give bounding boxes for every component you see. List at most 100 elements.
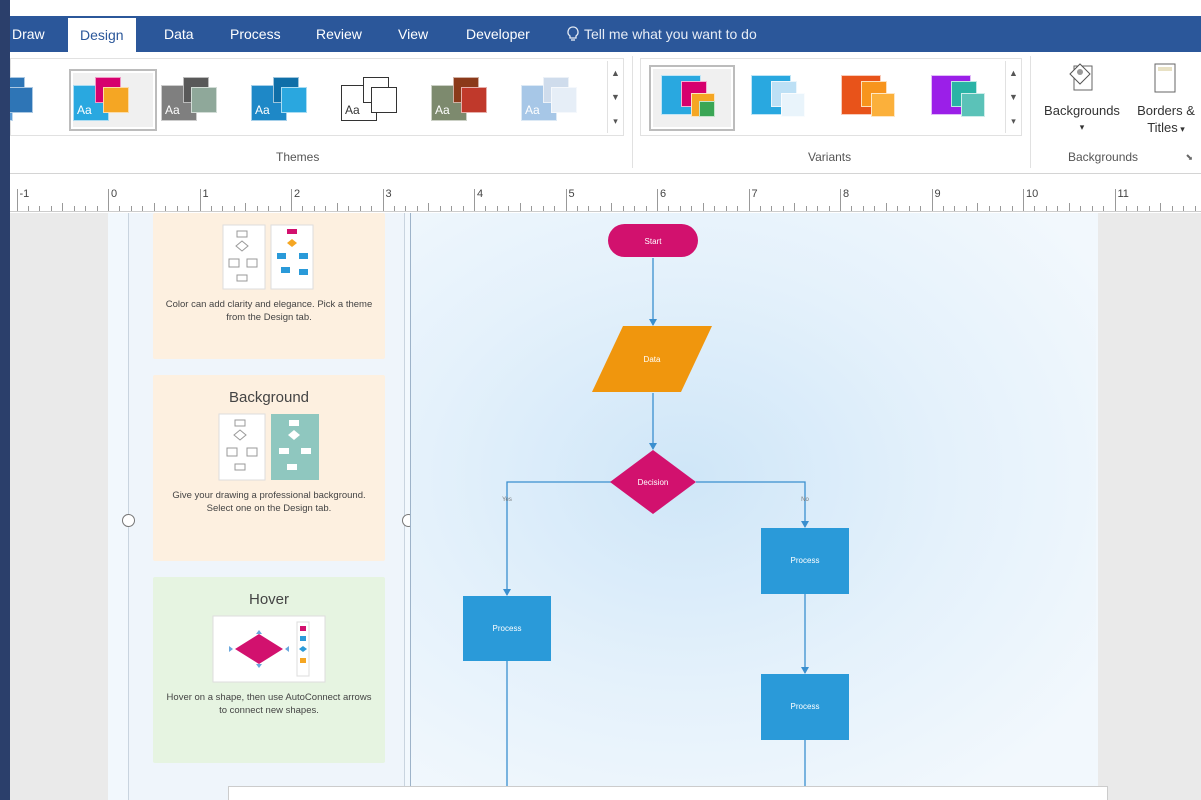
gallery-more-icon[interactable]: ▾ xyxy=(1006,109,1021,133)
ruler-tick xyxy=(759,206,761,211)
hover-illustration xyxy=(212,615,326,683)
process-shape-left[interactable]: Process xyxy=(463,596,551,661)
ruler-tick xyxy=(645,206,647,211)
ruler-tick xyxy=(462,206,464,211)
decision-shape[interactable]: Decision xyxy=(610,450,696,514)
guide-card-background: Background Give your drawing a professio… xyxy=(153,375,385,561)
ruler-tick xyxy=(599,206,601,211)
process-shape-right-bottom[interactable]: Process xyxy=(761,674,849,740)
ruler-tick xyxy=(405,206,407,211)
theme-light[interactable]: Aa xyxy=(521,73,601,127)
ruler-tick xyxy=(245,203,247,211)
ruler-tick xyxy=(657,189,658,211)
theme-sample-text: Aa xyxy=(435,103,450,117)
themes-gallery-scroller[interactable]: ▲ ▼ ▾ xyxy=(607,61,623,133)
tell-me-placeholder: Tell me what you want to do xyxy=(584,26,757,42)
ruler-tick xyxy=(176,206,178,211)
ruler-tick xyxy=(393,206,395,211)
connector-decision-yes xyxy=(506,481,611,595)
guide-card-color: Color can add clarity and elegance. Pick… xyxy=(153,213,385,359)
ruler-tick xyxy=(782,206,784,211)
variants-group-label: Variants xyxy=(808,150,852,164)
variants-gallery-scroller[interactable]: ▲ ▼ ▾ xyxy=(1005,61,1021,133)
yes-label: Yes xyxy=(502,497,512,503)
ruler-tick xyxy=(416,206,418,211)
lightbulb-icon xyxy=(567,26,579,41)
ruler-tick xyxy=(531,206,533,211)
ruler-label: 8 xyxy=(843,188,850,200)
ruler-tick xyxy=(439,206,441,211)
ruler-tick xyxy=(108,189,109,211)
ruler-tick xyxy=(1194,206,1196,211)
themes-group-label: Themes xyxy=(276,150,320,164)
scroll-down-icon[interactable]: ▼ xyxy=(608,85,623,109)
data-shape[interactable]: Data xyxy=(592,326,712,392)
ruler-tick xyxy=(702,203,704,211)
scroll-up-icon[interactable]: ▲ xyxy=(1006,61,1021,85)
tab-developer[interactable]: Developer xyxy=(466,16,530,52)
ruler-tick xyxy=(634,206,636,211)
ruler-tick xyxy=(885,203,887,211)
process-shape-right-top[interactable]: Process xyxy=(761,528,849,594)
ruler-tick xyxy=(348,206,350,211)
tell-me-search[interactable]: Tell me what you want to do xyxy=(566,16,757,52)
tab-design[interactable]: Design xyxy=(68,18,136,52)
connector-decision-no xyxy=(696,481,806,527)
ruler-tick xyxy=(748,189,750,211)
guidance-panel: Color can add clarity and elegance. Pick… xyxy=(128,213,405,800)
gallery-more-icon[interactable]: ▾ xyxy=(608,109,623,133)
guide-card-title: Background xyxy=(228,389,310,406)
start-shape[interactable]: Start xyxy=(608,224,698,257)
ruler-tick xyxy=(851,206,853,211)
ruler-tick xyxy=(931,189,933,211)
ruler-tick xyxy=(1034,206,1036,211)
theme-colorful[interactable]: Aa xyxy=(69,69,157,131)
tab-review[interactable]: Review xyxy=(316,16,362,52)
ruler-tick xyxy=(382,189,384,211)
variant-blue[interactable] xyxy=(743,69,821,127)
drawing-canvas[interactable]: Color can add clarity and elegance. Pick… xyxy=(10,213,1201,800)
themes-gallery: Aa Aa Aa Aa Aa Aa ▲ ▼ ▾ xyxy=(0,58,624,136)
ribbon-tab-bar: Draw Design Data Process Review View Dev… xyxy=(10,16,1201,52)
ruler-tick xyxy=(325,206,327,211)
ruler-tick xyxy=(942,206,944,211)
start-label: Start xyxy=(645,237,663,246)
ruler-tick xyxy=(256,206,258,211)
ruler-label: 9 xyxy=(934,188,941,200)
ruler-tick xyxy=(188,206,190,211)
variant-swatch xyxy=(961,93,985,117)
scroll-up-icon[interactable]: ▲ xyxy=(608,61,623,85)
theme-earth[interactable]: Aa xyxy=(431,73,511,127)
backgrounds-group-label: Backgrounds xyxy=(1068,150,1139,164)
ruler-tick xyxy=(828,206,830,211)
ruler-tick xyxy=(474,189,475,211)
ruler-tick xyxy=(1080,206,1082,211)
variant-magenta[interactable] xyxy=(649,65,735,131)
ruler-tick xyxy=(874,206,876,211)
backgrounds-icon xyxy=(1069,63,1093,91)
scroll-down-icon[interactable]: ▼ xyxy=(1006,85,1021,109)
tab-process[interactable]: Process xyxy=(230,16,281,52)
theme-swatch xyxy=(191,87,217,113)
ruler-tick xyxy=(268,206,270,211)
borders-titles-button[interactable]: Borders & Titles ▾ xyxy=(1128,60,1201,138)
selection-handle-left[interactable] xyxy=(122,514,135,527)
theme-teal[interactable]: Aa xyxy=(251,73,331,127)
ruler-tick xyxy=(588,206,590,211)
variant-purple[interactable] xyxy=(923,69,1001,127)
tab-view[interactable]: View xyxy=(398,16,428,52)
borders-titles-label-2: Titles ▾ xyxy=(1147,120,1185,135)
drawing-page: Color can add clarity and elegance. Pick… xyxy=(108,213,1098,800)
ruler-tick xyxy=(576,206,578,211)
tab-draw[interactable]: Draw xyxy=(12,16,45,52)
dialog-launcher-icon[interactable]: ⬊ xyxy=(1185,152,1193,163)
backgrounds-button[interactable]: Backgrounds ▾ xyxy=(1038,60,1126,136)
group-separator xyxy=(1030,56,1031,168)
ruler-tick xyxy=(1068,203,1070,211)
ruler-label: 7 xyxy=(751,188,758,200)
ruler-tick xyxy=(977,203,979,211)
tab-data[interactable]: Data xyxy=(164,16,194,52)
theme-gray[interactable]: Aa xyxy=(161,73,241,127)
variant-orange[interactable] xyxy=(833,69,911,127)
theme-outline[interactable]: Aa xyxy=(341,73,421,127)
